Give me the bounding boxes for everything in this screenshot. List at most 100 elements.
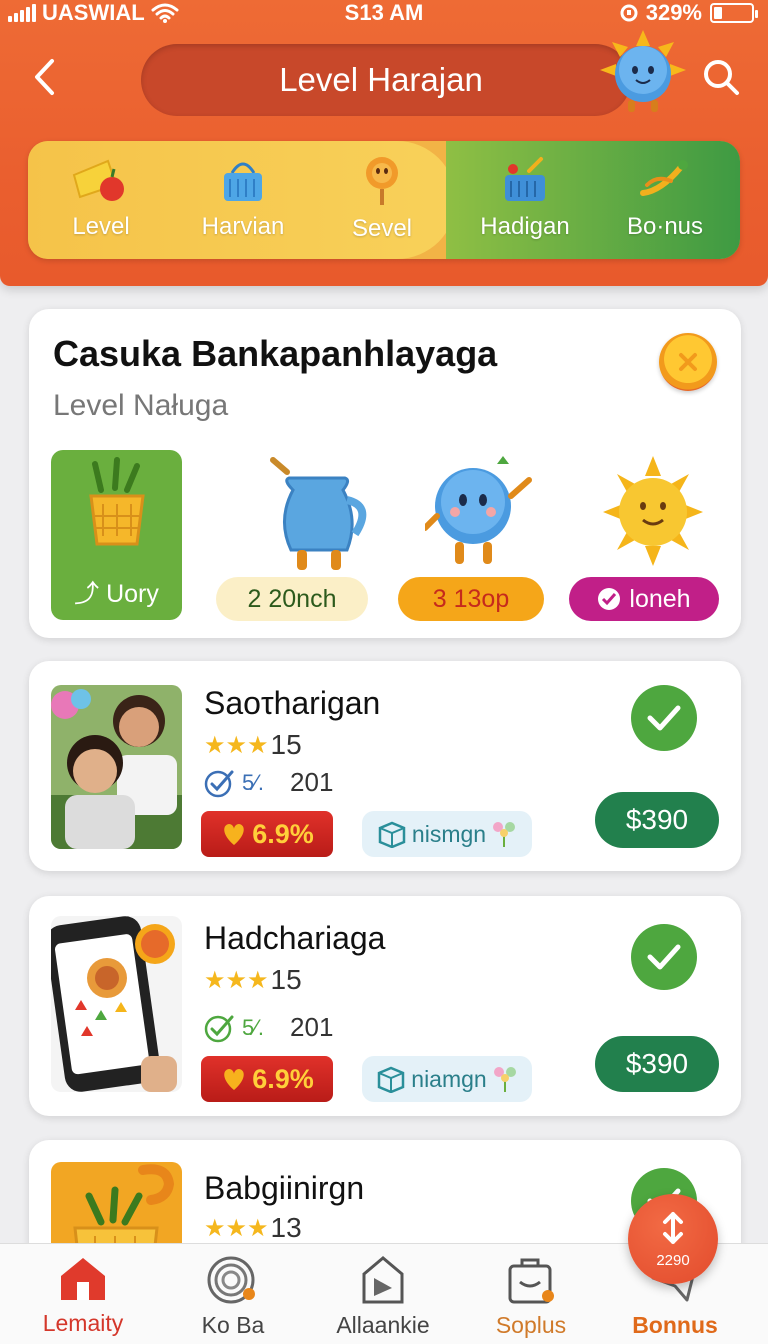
sun-face-icon: [603, 456, 703, 566]
page-title-text: Level Harajan: [279, 61, 483, 98]
arrow-icon: ⤴: [74, 580, 107, 608]
featured-badge-2[interactable]: 3 13op: [398, 577, 544, 621]
nav-label: Soplus: [495, 1312, 567, 1338]
featured-tile-label: ⤴ Uory: [74, 580, 159, 608]
basket-icon: [89, 457, 145, 546]
rating-row: ★★★ 15: [204, 729, 302, 761]
arrow-up-down-icon: [663, 1211, 683, 1244]
tab-level[interactable]: Level: [30, 141, 172, 259]
cheese-apple-icon: [72, 159, 124, 201]
page-title: Level Harajan: [141, 44, 631, 116]
blue-mascot-icon: [425, 456, 532, 564]
battery-percent: 329%: [645, 0, 702, 25]
app-header: UASWIAL S13 AM 329% Level Harajan Level …: [0, 0, 768, 286]
jug-mascot-icon: [270, 457, 367, 570]
featured-badge-3[interactable]: loneh: [569, 577, 719, 621]
check-badge-icon: [598, 588, 621, 610]
checkmark-icon: [647, 705, 681, 731]
star-icon: ★★★: [204, 966, 269, 994]
nav-item-allaankie[interactable]: Allaankie: [308, 1244, 458, 1344]
back-button[interactable]: [22, 52, 66, 102]
nav-item-soplus[interactable]: Soplus: [456, 1244, 606, 1344]
checkmark-icon: [647, 944, 681, 970]
product-title: Hadchariaga: [204, 920, 386, 956]
heart-icon: [224, 1069, 244, 1090]
battery-icon: [710, 3, 758, 23]
featured-tile[interactable]: ⤴ Uory: [51, 450, 182, 620]
status-right: 329%: [620, 0, 758, 26]
discount-badge[interactable]: 6.9%: [201, 1056, 333, 1102]
status-bar: UASWIAL S13 AM 329%: [0, 0, 768, 28]
family-photo-icon: [51, 685, 182, 849]
featured-subtitle: Level Naługa: [53, 389, 229, 422]
star-icon: ★★★: [204, 1214, 269, 1242]
selected-check[interactable]: [631, 924, 697, 990]
basket-icon: [224, 162, 262, 201]
sun-mascot-icon: [600, 30, 686, 112]
price-button[interactable]: $390: [595, 1036, 719, 1092]
nav-label: Allaankie: [336, 1312, 430, 1338]
home-icon: [61, 1258, 105, 1300]
discount-badge[interactable]: 6.9%: [201, 811, 333, 857]
nav-label: Bonnus: [632, 1312, 718, 1338]
tab-label: Bo·nus: [626, 213, 704, 240]
search-icon: [704, 60, 739, 95]
product-title: Saoτharigan: [204, 685, 381, 721]
product-card[interactable]: Hadchariaga ★★★ 15 5⁄. 201 6.9% niamgn $…: [29, 896, 741, 1116]
product-thumbnail: [51, 916, 182, 1092]
verified-percent: 5⁄.: [242, 769, 265, 795]
check-circle-icon: [204, 770, 234, 797]
bag-icon: [508, 1258, 554, 1304]
verified-row: 5⁄. 201: [204, 1012, 333, 1043]
tab-label: Sevel: [351, 215, 413, 242]
nav-label: Ko Ba: [201, 1312, 265, 1338]
verified-percent: 5⁄.: [242, 1014, 265, 1040]
floating-action-button[interactable]: 2290: [628, 1194, 718, 1284]
heart-icon: [224, 824, 244, 845]
tab-hadigan[interactable]: Hadigan: [454, 141, 596, 259]
fab-value: 2290: [656, 1251, 690, 1269]
featured-title: Casuka Bankapanhlayaga: [53, 333, 498, 374]
featured-card[interactable]: Casuka Bankapanhlayaga Level Naługa ⤴ Uo…: [29, 309, 741, 638]
tag-chip[interactable]: nismgn: [362, 811, 532, 857]
tag-chip[interactable]: niamgn: [362, 1056, 532, 1102]
document-icon: [362, 1256, 404, 1304]
product-thumbnail: [51, 685, 182, 849]
chevron-left-icon: [35, 59, 54, 95]
rating-row: ★★★ 15: [204, 964, 302, 996]
rating-value: 15: [270, 964, 302, 995]
tab-sevel[interactable]: Sevel: [311, 141, 453, 259]
rating-row: ★★★ 13: [204, 1212, 302, 1244]
tab-harvian[interactable]: Harvian: [172, 141, 314, 259]
rating-value: 13: [270, 1212, 302, 1243]
close-icon: [679, 353, 697, 371]
nav-label: Lemaity: [42, 1310, 124, 1336]
lollipop-icon: [366, 157, 398, 205]
nav-item-ko-ba[interactable]: Ko Ba: [158, 1244, 308, 1344]
box-icon: [378, 1066, 405, 1093]
phone-food-photo-icon: [51, 916, 182, 1092]
tab-label: Hadigan: [480, 213, 570, 240]
flower-icon: [493, 1067, 516, 1092]
category-tabs: Level Harvian Sevel Hadigan Bo·nus: [28, 141, 740, 259]
review-count: 201: [290, 767, 334, 797]
review-count: 201: [290, 1012, 334, 1042]
nav-item-home[interactable]: Lemaity: [8, 1244, 158, 1344]
price-button[interactable]: $390: [595, 792, 719, 848]
check-circle-icon: [204, 1015, 234, 1042]
tab-label: Harvian: [201, 213, 285, 240]
fingerprint-icon: [207, 1256, 255, 1304]
featured-badge-1[interactable]: 2 20nch: [216, 577, 368, 621]
search-button[interactable]: [696, 52, 746, 102]
star-icon: ★★★: [204, 731, 269, 759]
shopping-basket-icon: [505, 157, 545, 201]
product-title: Babgiinirgn: [204, 1170, 365, 1206]
flower-icon: [493, 822, 516, 847]
close-button[interactable]: [659, 333, 717, 391]
tab-label: Level: [72, 213, 130, 240]
tab-bonus[interactable]: Bo·nus: [594, 141, 736, 259]
rating-value: 15: [270, 729, 302, 760]
selected-check[interactable]: [631, 685, 697, 751]
product-card[interactable]: Saoτharigan ★★★ 15 5⁄. 201 6.9% nismgn $…: [29, 661, 741, 871]
box-icon: [378, 821, 406, 848]
